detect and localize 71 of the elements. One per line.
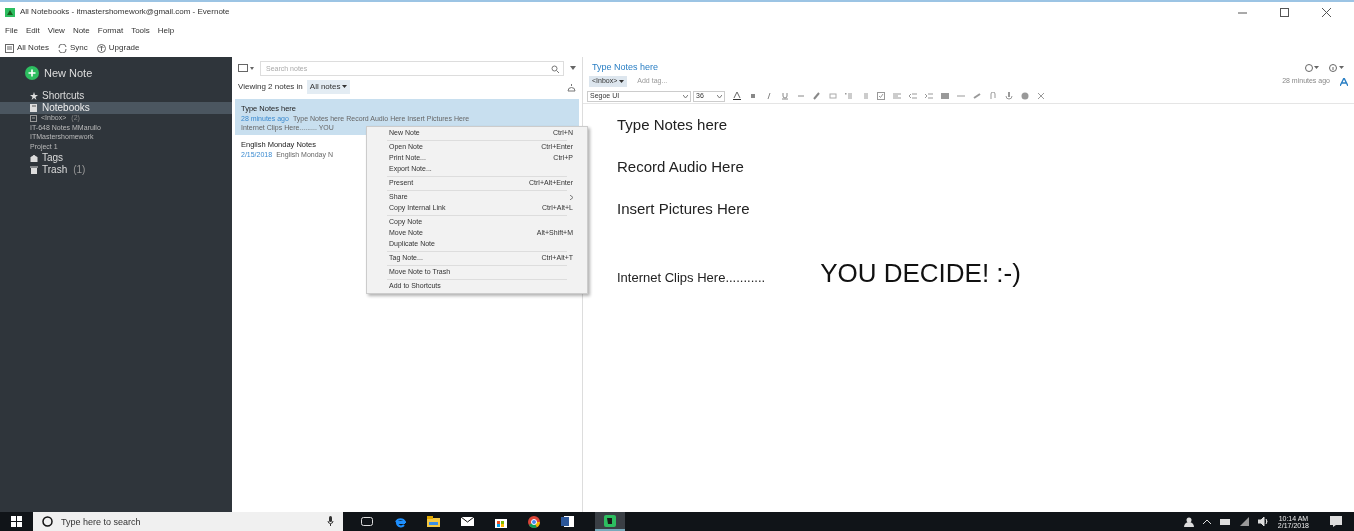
toolbar-button[interactable]: Upgrade [96,42,140,54]
table-icon[interactable] [941,92,949,100]
menu-item[interactable]: View [47,24,65,37]
microphone-icon [327,516,334,526]
caret-icon [342,85,348,89]
notifications-icon[interactable] [1330,516,1342,527]
task-view-icon[interactable] [361,517,373,526]
note-text: YOU DECIDE! :-) [820,257,1021,290]
sidebar-item[interactable]: Notebooks [0,101,232,114]
taskbar-search-field[interactable]: Type here to search [33,512,343,531]
microphone-icon[interactable] [1005,92,1013,100]
chevron-up-icon[interactable] [1202,519,1211,524]
italic-icon[interactable] [765,92,773,100]
evernote-taskbar-button[interactable] [595,512,625,531]
toolbar-button[interactable]: Sync [58,42,88,54]
window-title: All Notebooks - itmastershomework@gmail.com - Evernote [20,6,230,18]
toolbar-button[interactable]: All Notes [5,42,49,54]
plus-icon [25,66,39,81]
battery-icon[interactable] [1219,518,1231,525]
note-text: Type Notes here [617,115,728,135]
view-toggle-icon[interactable] [238,64,254,72]
notes-filter-dropdown[interactable]: All notes [306,80,351,94]
info-icon[interactable] [1329,63,1345,72]
person-icon[interactable] [1183,516,1194,527]
sidebar-item[interactable]: Shortcuts [0,89,232,102]
upgrade-icon [96,43,106,53]
caret-icon[interactable] [570,66,576,70]
notebook-stack-icon [30,114,38,123]
highlighter-icon[interactable] [813,92,821,100]
notebook-icon [30,103,38,112]
note-count-label: Viewing 2 notes in [238,81,303,93]
caret-icon [683,94,688,98]
search-icon [551,64,559,73]
star-icon [30,91,38,100]
checklist-icon[interactable] [877,92,885,100]
windows-start-icon[interactable] [11,516,22,527]
trash-icon [30,165,38,174]
note-title[interactable]: Type Notes here [592,60,659,75]
caret-icon [619,79,625,83]
app-icon [5,7,15,17]
volume-icon[interactable] [1257,517,1269,526]
word-document-icon[interactable] [561,516,574,527]
indent-icon[interactable] [925,92,933,100]
chrome-icon[interactable] [528,515,540,528]
sidebar-item[interactable]: Tags [0,151,232,164]
close-icon[interactable] [1322,7,1331,17]
text-color-icon[interactable] [733,92,741,100]
browser-icon[interactable] [394,515,406,528]
item-count: (1) [73,163,86,177]
menu-item[interactable]: Edit [25,24,40,37]
menu-item[interactable]: Help [157,24,175,37]
menu-item[interactable]: File [5,24,18,37]
sidebar-item[interactable]: Trash (1) [0,163,232,176]
cortana-icon [42,516,53,527]
note-text: Internet Clips Here........... [617,269,766,287]
menu-item[interactable]: Format [97,24,124,37]
sync-icon [58,43,67,53]
caret-icon [717,94,722,98]
font-icon[interactable] [1340,77,1348,86]
new-note-button[interactable]: New Note [0,65,232,82]
reminder-icon[interactable] [567,82,576,92]
note-text: Insert Pictures Here [617,199,750,219]
outdent-icon[interactable] [909,92,917,100]
menu-item[interactable]: Note [72,24,90,37]
menu-item[interactable]: Tools [131,24,150,37]
note-text: Record Audio Here [617,157,744,177]
folder-icon[interactable] [427,516,440,527]
network-icon[interactable] [1239,517,1249,526]
share-icon[interactable] [1305,63,1319,72]
mail-icon[interactable] [461,517,474,526]
maximize-icon[interactable] [1280,7,1289,17]
